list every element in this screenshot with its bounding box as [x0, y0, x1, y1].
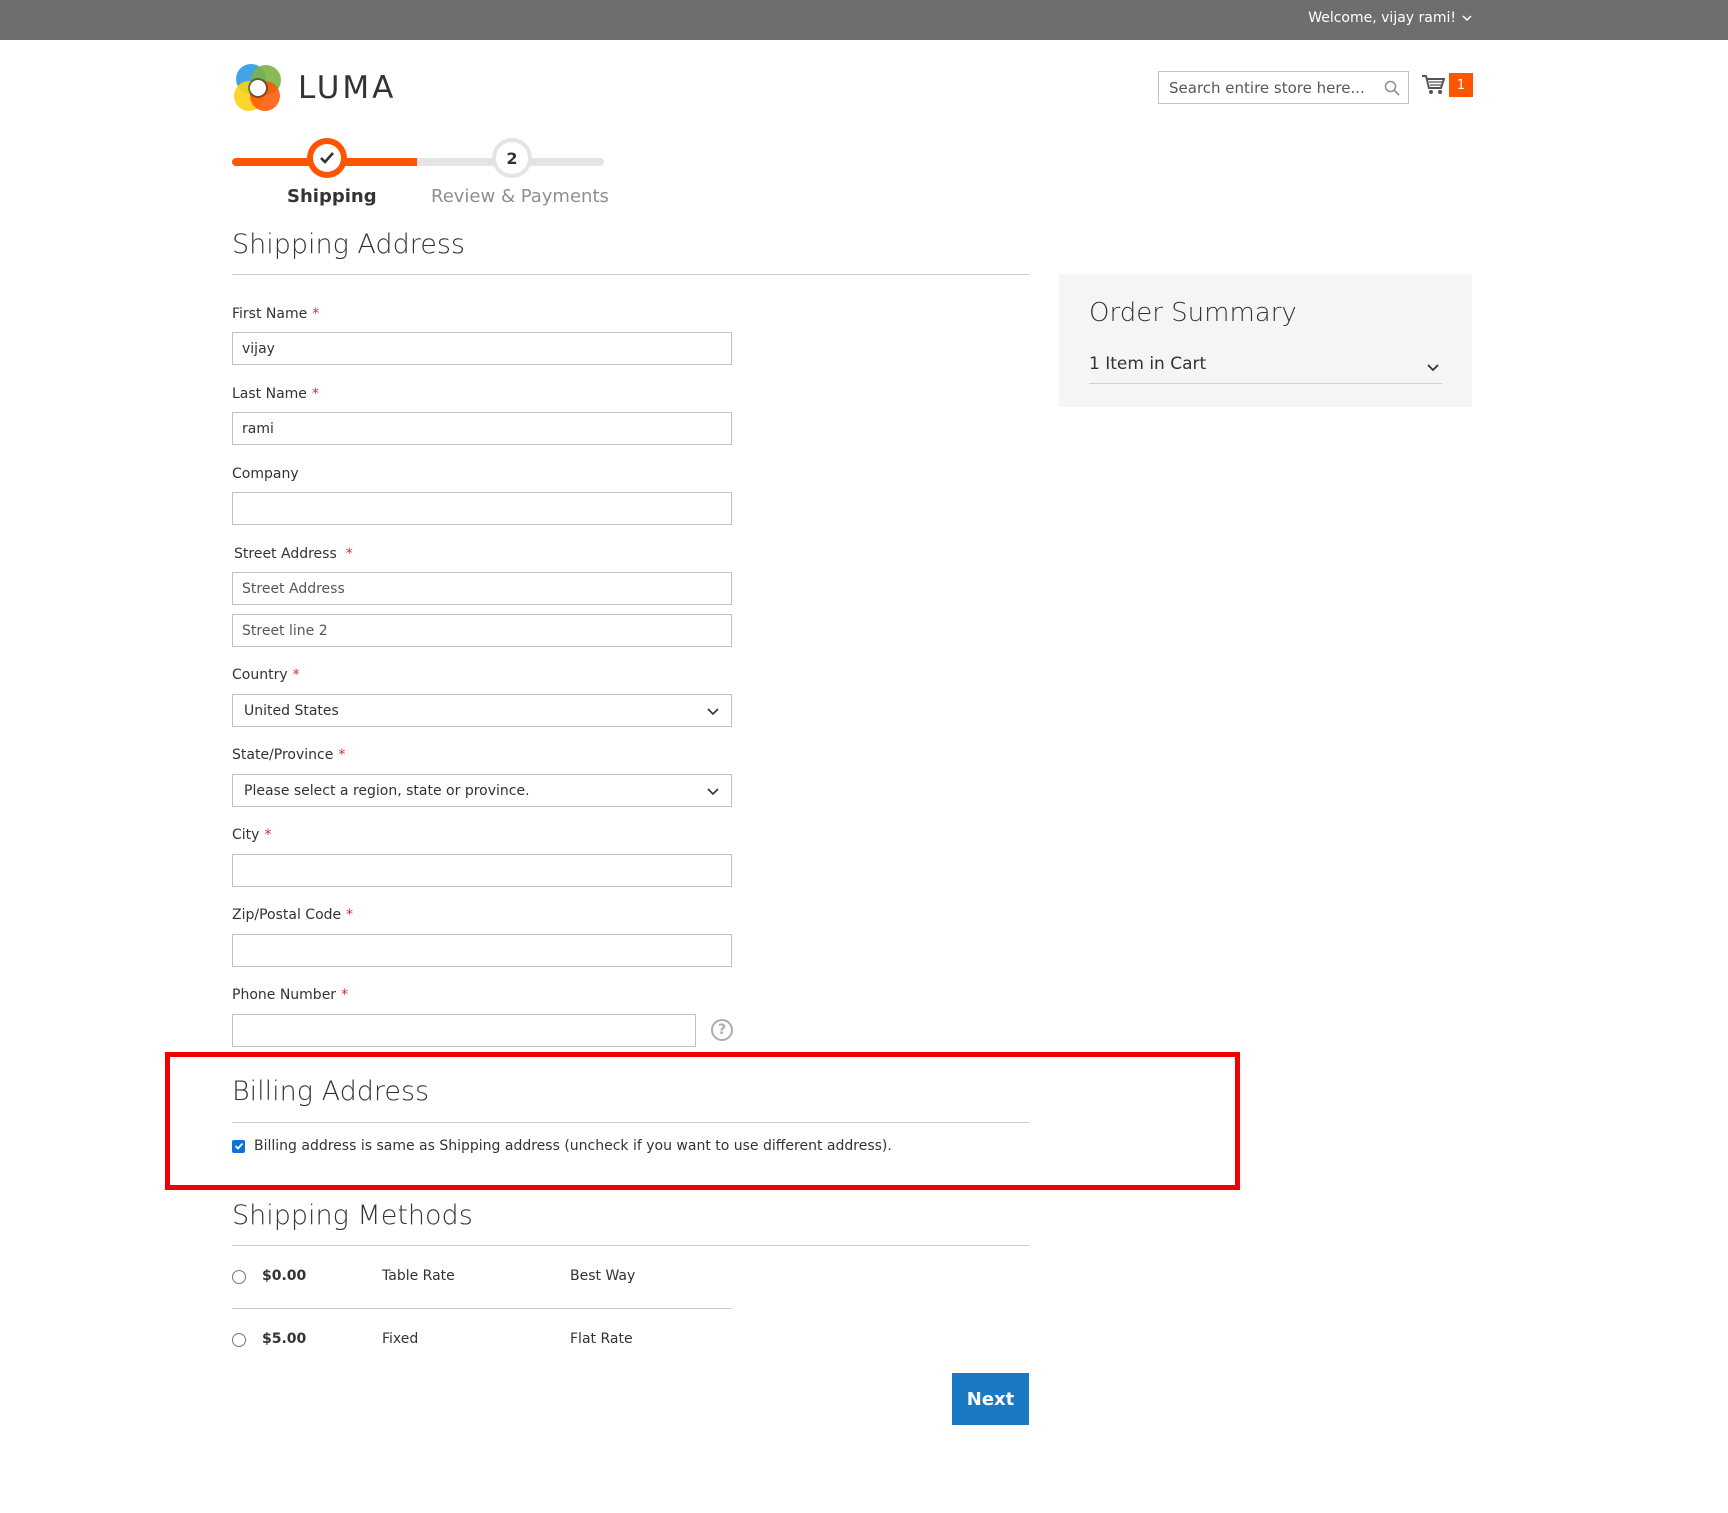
checkmark-icon	[320, 152, 334, 164]
shipping-methods-title: Shipping Methods	[232, 1200, 473, 1231]
billing-same-label[interactable]: Billing address is same as Shipping addr…	[254, 1138, 892, 1154]
billing-same-checkbox[interactable]	[232, 1139, 245, 1153]
search-input[interactable]	[1169, 78, 1369, 97]
carrier-name: Best Way	[570, 1268, 636, 1284]
logo-text: LUMA	[298, 70, 397, 106]
order-summary: Order Summary 1 Item in Cart	[1059, 274, 1472, 407]
billing-address-title: Billing Address	[232, 1076, 430, 1107]
street-line1-input[interactable]	[232, 572, 732, 605]
help-icon[interactable]: ?	[711, 1019, 733, 1041]
first-name-label: First Name *	[232, 306, 320, 322]
city-input[interactable]	[232, 854, 732, 887]
search-icon[interactable]	[1384, 80, 1400, 96]
zip-input[interactable]	[232, 934, 732, 967]
country-label: Country *	[232, 667, 300, 683]
checkout-progress: 2 Shipping Review & Payments	[232, 136, 609, 216]
luma-logo-icon	[234, 64, 281, 111]
company-label: Company	[232, 466, 299, 482]
welcome-text: Welcome, vijay rami!	[1308, 10, 1456, 26]
store-logo[interactable]: LUMA	[232, 62, 396, 114]
checkmark-icon	[234, 1142, 243, 1150]
step-review-marker[interactable]: 2	[492, 138, 532, 178]
chevron-down-icon	[1462, 15, 1472, 22]
cart-icon	[1422, 75, 1445, 94]
next-button[interactable]: Next	[952, 1373, 1029, 1425]
items-in-cart-label: 1 Item in Cart	[1089, 354, 1207, 374]
items-in-cart-toggle[interactable]: 1 Item in Cart	[1089, 354, 1442, 384]
shipping-method-row[interactable]: $5.00 Fixed Flat Rate	[232, 1330, 732, 1350]
state-select-value: Please select a region, state or provinc…	[244, 782, 530, 799]
phone-input[interactable]	[232, 1014, 696, 1047]
shipping-method-row[interactable]: $0.00 Table Rate Best Way	[232, 1267, 732, 1287]
search-box[interactable]	[1158, 71, 1409, 104]
shipping-address-title: Shipping Address	[232, 229, 465, 260]
chevron-down-icon	[707, 787, 719, 795]
city-label: City *	[232, 827, 272, 843]
divider	[232, 1245, 1029, 1246]
divider	[232, 274, 1029, 275]
top-bar: Welcome, vijay rami!	[0, 0, 1728, 40]
shipping-method-radio[interactable]	[232, 1333, 246, 1347]
cart-count-badge: 1	[1449, 73, 1473, 97]
minicart[interactable]: 1	[1421, 73, 1473, 97]
step-review-label[interactable]: Review & Payments	[431, 186, 609, 207]
method-price: $0.00	[262, 1268, 307, 1284]
shipping-method-radio[interactable]	[232, 1270, 246, 1284]
zip-label: Zip/Postal Code *	[232, 907, 354, 923]
method-name: Fixed	[382, 1331, 419, 1347]
chevron-down-icon	[1427, 364, 1439, 372]
country-select[interactable]: United States	[232, 694, 732, 727]
method-name: Table Rate	[382, 1268, 455, 1284]
last-name-input[interactable]	[232, 412, 732, 445]
company-input[interactable]	[232, 492, 732, 525]
country-select-value: United States	[244, 702, 339, 719]
step-shipping-marker[interactable]	[307, 138, 347, 178]
divider	[232, 1122, 1029, 1123]
divider	[232, 1308, 732, 1309]
state-select[interactable]: Please select a region, state or provinc…	[232, 774, 732, 807]
method-price: $5.00	[262, 1331, 307, 1347]
carrier-name: Flat Rate	[570, 1331, 633, 1347]
highlight-box	[165, 1052, 1240, 1190]
state-label: State/Province *	[232, 747, 346, 763]
welcome-menu[interactable]: Welcome, vijay rami!	[1308, 10, 1472, 26]
order-summary-title: Order Summary	[1089, 298, 1297, 328]
billing-same-row: Billing address is same as Shipping addr…	[232, 1138, 892, 1154]
phone-label: Phone Number *	[232, 987, 349, 1003]
chevron-down-icon	[707, 707, 719, 715]
step-shipping-label[interactable]: Shipping	[287, 186, 377, 207]
step-number: 2	[496, 142, 528, 174]
street-address-label: Street Address *	[234, 546, 353, 562]
last-name-label: Last Name *	[232, 386, 319, 402]
first-name-input[interactable]	[232, 332, 732, 365]
street-line2-input[interactable]	[232, 614, 732, 647]
